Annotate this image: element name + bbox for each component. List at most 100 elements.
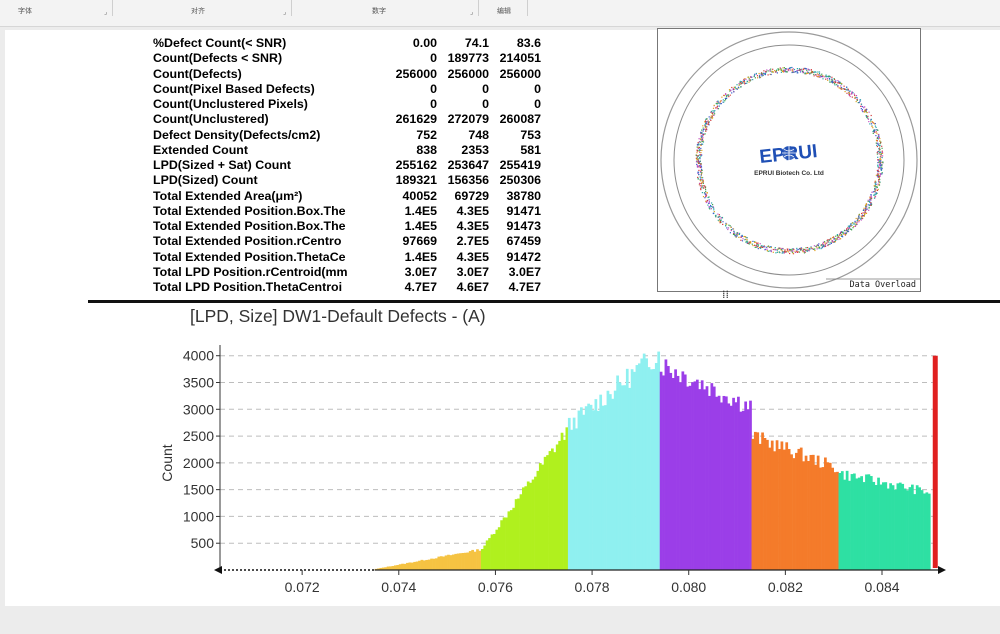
histogram-bar	[683, 374, 687, 570]
defect-point	[737, 232, 739, 234]
defect-point	[878, 144, 880, 146]
defect-point	[842, 232, 844, 234]
defect-point	[876, 132, 878, 134]
dialog-launcher-icon[interactable]: ⌟	[104, 8, 107, 16]
defect-point	[881, 172, 883, 174]
defect-point	[831, 78, 833, 80]
chart-title: [LPD, Size] DW1-Default Defects - (A)	[190, 306, 486, 326]
defect-point	[875, 131, 877, 133]
defect-point	[697, 159, 699, 161]
histogram-bar	[558, 440, 561, 570]
histogram-bar	[449, 555, 453, 570]
defect-point	[878, 136, 880, 138]
defect-point	[874, 184, 876, 186]
defect-point	[700, 152, 702, 154]
histogram-bar	[572, 417, 576, 570]
defect-point	[711, 206, 713, 208]
defect-point	[812, 71, 814, 73]
defect-point	[802, 68, 805, 70]
defect-point	[764, 249, 766, 251]
defect-point	[877, 129, 879, 131]
defect-point	[728, 224, 730, 226]
defect-point	[867, 118, 870, 120]
histogram-bar	[843, 479, 847, 570]
defect-point	[876, 137, 878, 139]
defect-point	[850, 223, 852, 225]
defect-point	[860, 103, 863, 105]
defect-point	[699, 151, 701, 153]
stats-value: 40052	[402, 188, 437, 203]
dialog-launcher-icon[interactable]: ⌟	[470, 8, 473, 16]
defect-point	[861, 215, 863, 217]
defect-point	[695, 154, 697, 156]
defect-point	[794, 251, 796, 253]
defect-point	[858, 215, 860, 217]
defect-point	[779, 67, 781, 69]
stats-value: 256000	[395, 66, 437, 81]
defect-point	[749, 79, 751, 81]
defect-point	[793, 68, 796, 71]
histogram-bar	[925, 492, 929, 570]
histogram-bar	[729, 405, 733, 570]
defect-point	[816, 73, 819, 75]
histogram-bar	[422, 560, 426, 570]
defect-point	[738, 236, 740, 238]
defect-point	[769, 250, 771, 252]
defect-point	[829, 81, 831, 83]
histogram-bar	[608, 394, 612, 570]
defect-point	[847, 229, 849, 231]
histogram-bar	[831, 467, 834, 570]
dialog-launcher-icon[interactable]: ⌟	[283, 8, 286, 16]
stats-label: Total LPD Position.ThetaCentroi	[153, 280, 343, 295]
lpd-size-histogram: 5001000150020002500300035004000 0.072 0.0…	[159, 345, 946, 595]
defect-point	[702, 125, 704, 127]
defect-point	[799, 248, 801, 251]
defect-point	[849, 228, 851, 230]
defect-point	[803, 248, 805, 250]
defect-point	[705, 188, 707, 191]
stats-row: Total LPD Position.rCentroid(mm 3.0E7 3.0E…	[153, 265, 541, 280]
histogram-bar	[886, 488, 890, 570]
defect-point	[766, 69, 768, 71]
defect-point	[880, 169, 883, 171]
y-axis-label: Count	[159, 444, 175, 481]
histogram-bar	[920, 490, 924, 570]
histogram-bar	[618, 382, 622, 570]
stats-value: 1.4E5	[404, 203, 437, 218]
histogram-bar	[708, 395, 711, 570]
defect-point	[881, 150, 883, 152]
histogram-bar	[401, 563, 404, 570]
defect-point	[815, 245, 817, 248]
stats-label: LPD(Sized + Sat) Count	[153, 158, 292, 173]
defect-point	[697, 142, 699, 144]
histogram-bar	[882, 482, 885, 570]
defect-point	[818, 71, 821, 73]
defect-point	[867, 199, 869, 201]
histogram-bar	[918, 487, 921, 570]
defect-point	[788, 70, 790, 72]
defect-point	[865, 203, 868, 205]
defect-point	[879, 158, 881, 160]
defect-point	[781, 250, 783, 252]
stats-value: 581	[520, 142, 541, 157]
defect-point	[789, 252, 791, 255]
defect-point	[814, 71, 816, 73]
defect-point	[838, 82, 840, 84]
histogram-bar	[406, 562, 409, 570]
defect-point	[726, 227, 728, 229]
defect-point	[874, 123, 876, 125]
histogram-bar	[543, 456, 547, 570]
histogram-bar	[514, 499, 518, 570]
defect-point	[864, 106, 866, 108]
stats-value: 214051	[499, 51, 541, 66]
histogram-bar	[732, 397, 735, 570]
defect-point	[706, 122, 708, 124]
defect-point	[710, 208, 712, 210]
defect-stats-table: %Defect Count(< SNR) 0.00 74.1 83.6 Count(De…	[153, 36, 541, 295]
defect-point	[789, 69, 792, 71]
defect-point	[876, 140, 878, 142]
defect-point	[867, 200, 869, 202]
histogram-bar	[676, 375, 680, 570]
defect-point	[851, 96, 853, 98]
histogram-bar	[785, 442, 789, 570]
